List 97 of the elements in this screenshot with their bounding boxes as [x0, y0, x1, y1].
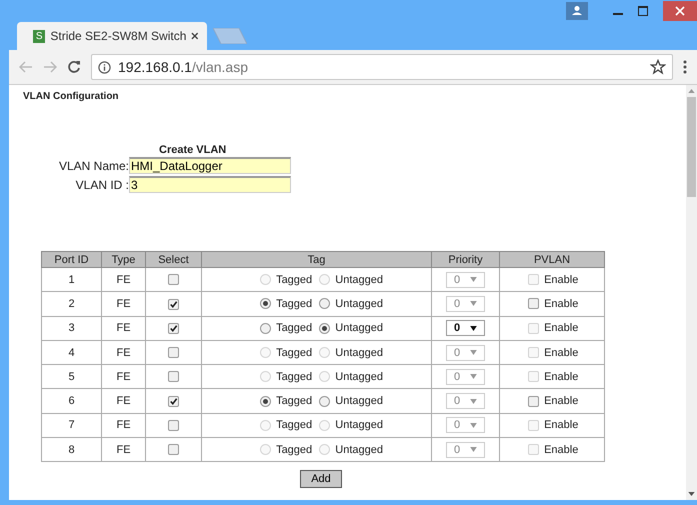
radio-label: Tagged — [276, 395, 312, 408]
browser-tab[interactable]: S Stride SE2-SW8M Switch — [17, 22, 207, 50]
radio-label: Tagged — [276, 274, 312, 286]
vlan-name-field[interactable]: HMI_DataLogger — [129, 157, 291, 174]
select-checkbox[interactable] — [168, 322, 179, 334]
table-cell: FE — [102, 413, 146, 438]
checkbox-label: Enable — [544, 444, 578, 456]
tagged-radio[interactable] — [260, 298, 271, 310]
table-cell: FE — [102, 340, 146, 365]
untagged-radio[interactable] — [319, 396, 330, 407]
field-label: VLAN Name: — [58, 158, 129, 172]
table-cell: 6 — [42, 388, 102, 414]
reload-icon[interactable] — [67, 60, 81, 74]
tab-title: Stride SE2-SW8M Switch — [50, 29, 186, 43]
radio-label: Untagged — [335, 419, 383, 432]
table-cell: FE — [102, 364, 146, 389]
site-logo: S — [33, 30, 46, 42]
caret-icon — [470, 422, 478, 428]
checkbox-label: Enable — [544, 419, 578, 432]
close-icon[interactable] — [663, 1, 697, 21]
select-checkbox[interactable] — [168, 274, 179, 286]
select-checkbox[interactable] — [168, 396, 179, 407]
radio-label: Tagged — [276, 298, 312, 310]
table-cell: 2 — [42, 292, 102, 316]
table-cell: 4 — [42, 340, 102, 365]
column-header: Select — [146, 252, 202, 268]
column-header: PVLAN — [500, 252, 604, 268]
checkbox-label: Enable — [544, 395, 578, 408]
select-checkbox[interactable] — [168, 444, 179, 456]
radio-label: Tagged — [276, 419, 312, 432]
add-button[interactable]: Add — [300, 470, 342, 488]
caret-icon — [470, 277, 478, 282]
field-label: VLAN ID : — [74, 178, 129, 192]
table-cell: 1 — [42, 268, 102, 292]
select-checkbox[interactable] — [168, 298, 179, 310]
tagged-radio[interactable] — [260, 396, 271, 407]
back-icon[interactable] — [19, 61, 33, 73]
scroll-up-icon[interactable] — [688, 89, 695, 93]
radio-label: Untagged — [335, 298, 383, 310]
table-cell: 7 — [42, 413, 102, 438]
checkbox-label: Enable — [544, 322, 578, 334]
maximize-icon[interactable] — [638, 6, 648, 16]
column-header: Type — [102, 252, 146, 268]
table-cell: FE — [102, 292, 146, 316]
caret-icon — [470, 301, 478, 306]
checkbox-label: Enable — [544, 298, 578, 310]
select-checkbox[interactable] — [168, 347, 179, 358]
radio-label: Untagged — [335, 370, 383, 383]
caret-icon — [470, 398, 478, 404]
scrollbar[interactable] — [686, 85, 697, 500]
caret-icon — [470, 326, 478, 331]
table-cell: FE — [102, 316, 146, 340]
table-cell: 5 — [42, 364, 102, 389]
caret-icon — [470, 374, 478, 380]
checkbox-label: Enable — [544, 370, 578, 383]
star-icon[interactable] — [650, 59, 666, 75]
radio-label: Tagged — [276, 346, 312, 359]
page-heading: VLAN Configuration — [23, 91, 120, 102]
radio-label: Untagged — [335, 322, 383, 334]
scrollbar-thumb[interactable] — [687, 97, 696, 197]
checkbox-label: Enable — [544, 346, 578, 359]
form-title: Create VLAN — [159, 144, 226, 156]
menu-icon[interactable] — [683, 60, 687, 74]
user-icon[interactable] — [566, 2, 588, 20]
pvlan-checkbox[interactable] — [528, 396, 539, 407]
forward-icon[interactable] — [43, 61, 57, 73]
pvlan-checkbox[interactable] — [528, 298, 539, 310]
radio-label: Untagged — [335, 444, 383, 456]
tagged-radio[interactable] — [260, 322, 271, 334]
table-cell: FE — [102, 438, 146, 462]
table-cell: FE — [102, 268, 146, 292]
url-text: 192.168.0.1/vlan.asp — [118, 59, 248, 75]
untagged-radio[interactable] — [319, 298, 330, 310]
radio-label: Untagged — [335, 274, 383, 286]
select-checkbox[interactable] — [168, 420, 179, 432]
radio-label: Untagged — [335, 346, 383, 359]
address-bar[interactable]: 192.168.0.1/vlan.asp — [91, 54, 673, 80]
scroll-down-icon[interactable] — [688, 492, 695, 496]
checkbox-label: Enable — [544, 274, 578, 286]
radio-label: Tagged — [276, 444, 312, 456]
column-header: Port ID — [42, 252, 102, 268]
untagged-radio[interactable] — [319, 322, 330, 334]
close-icon[interactable] — [191, 32, 199, 40]
column-header: Tag — [202, 252, 432, 268]
column-header: Priority — [432, 252, 500, 268]
table-cell: 3 — [42, 316, 102, 340]
radio-label: Tagged — [276, 370, 312, 383]
table-cell: 8 — [42, 438, 102, 462]
vlan-id-field[interactable]: 3 — [129, 176, 291, 193]
info-icon — [98, 60, 111, 74]
radio-label: Tagged — [276, 322, 312, 334]
table-cell: FE — [102, 388, 146, 414]
select-checkbox[interactable] — [168, 371, 179, 382]
caret-icon — [470, 447, 478, 452]
caret-icon — [470, 350, 478, 356]
radio-label: Untagged — [335, 395, 383, 408]
priority-dropdown[interactable]: 0 — [446, 320, 485, 336]
